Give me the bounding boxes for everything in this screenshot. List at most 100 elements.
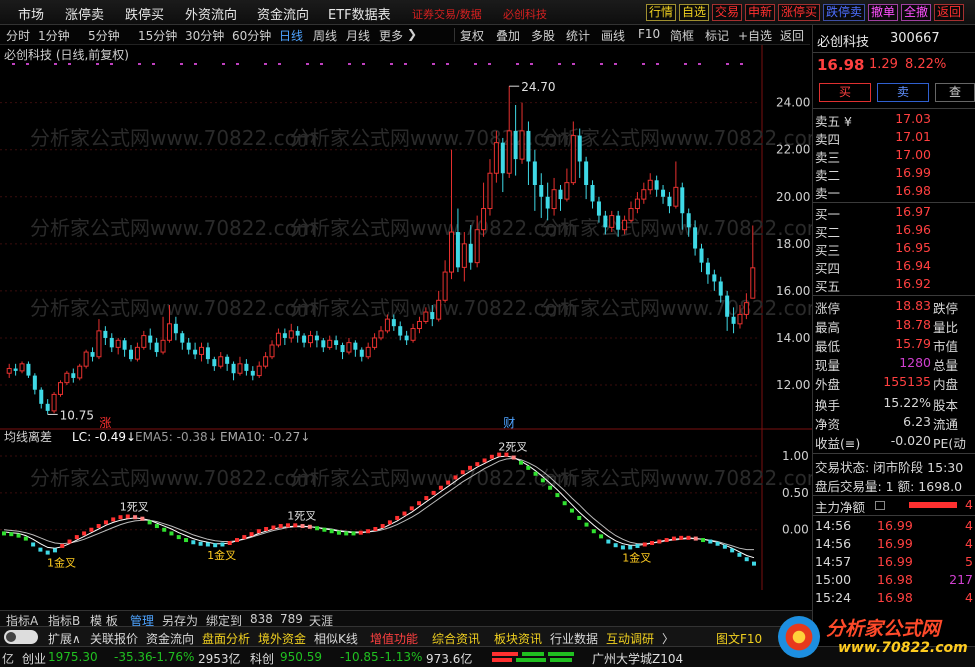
candle-body — [180, 333, 185, 343]
lc-dot — [82, 531, 87, 536]
period-monthly[interactable]: 月线 — [346, 27, 370, 44]
period-1min[interactable]: 1分钟 — [38, 27, 70, 44]
period-30min[interactable]: 30分钟 — [185, 27, 224, 44]
toggle-switch[interactable] — [4, 630, 38, 644]
tool-simple-frame[interactable]: 简框 — [670, 27, 694, 44]
signal-dot — [698, 63, 701, 65]
lc-dot — [650, 541, 655, 545]
cancel-order-button[interactable]: 撤单 — [868, 4, 899, 21]
candle-body — [134, 346, 140, 360]
trade-button[interactable]: 交易 — [712, 4, 743, 21]
menu-limit-down-buy[interactable]: 跌停买 — [125, 4, 164, 23]
chinext-label[interactable]: 创业 — [22, 650, 46, 667]
lc-dot — [60, 543, 65, 548]
stock-change-pct: 8.22% — [905, 57, 947, 72]
lc-dot — [140, 516, 145, 521]
func-related-quote[interactable]: 关联报价 — [90, 630, 138, 647]
lc-dot — [300, 524, 305, 529]
buy-button[interactable]: 买 — [819, 83, 871, 102]
lc-dot — [74, 535, 79, 540]
candle-body — [641, 189, 647, 200]
candle-body — [416, 320, 422, 330]
kline-chart-area[interactable]: 分析家公式网www.70822.com 分析家公式网www.70822.com 分析… — [0, 45, 826, 610]
func-interactive-research[interactable]: 互动调研 — [606, 630, 654, 647]
menu-limit-up-sell[interactable]: 涨停卖 — [65, 4, 104, 23]
period-weekly[interactable]: 周线 — [313, 27, 337, 44]
signal-dot — [446, 63, 449, 65]
period-15min[interactable]: 15分钟 — [138, 27, 177, 44]
func-industry-data[interactable]: 行业数据 — [550, 630, 598, 647]
tool-back[interactable]: 返回 — [780, 27, 804, 44]
tool-overlay[interactable]: 叠加 — [496, 27, 520, 44]
chevron-right-icon[interactable]: 〉 — [662, 630, 674, 647]
tool-f10[interactable]: F10 — [638, 27, 660, 41]
period-daily[interactable]: 日线 — [279, 27, 303, 44]
period-5min[interactable]: 5分钟 — [88, 27, 120, 44]
func-market-analysis[interactable]: 盘面分析 — [202, 630, 250, 647]
candle-body — [570, 135, 576, 184]
period-minute[interactable]: 分时 — [6, 27, 30, 44]
expand-icon[interactable] — [875, 501, 885, 510]
func-foreign-capital[interactable]: 境外资金 — [258, 630, 306, 647]
limit-down-sell-button[interactable]: 跌停卖 — [823, 4, 866, 21]
signal-dot — [404, 63, 407, 65]
func-news[interactable]: 综合资讯 — [432, 630, 480, 647]
quote-button[interactable]: 行情 — [646, 4, 677, 21]
tool-adjust[interactable]: 复权 — [460, 27, 484, 44]
func-similar-kline[interactable]: 相似K线 — [314, 630, 358, 647]
func-sector-news[interactable]: 板块资讯 — [494, 630, 542, 647]
stat-low: 最低 15.79 市值 — [815, 336, 959, 354]
chart-svg[interactable]: 分析家公式网www.70822.com分析家公式网www.70822.com分析… — [0, 45, 826, 610]
period-60min[interactable]: 60分钟 — [232, 27, 271, 44]
candle-body — [551, 189, 557, 210]
chevron-right-icon[interactable]: ❯ — [407, 27, 417, 41]
candle-body — [154, 342, 159, 353]
watermark-text: 分析家公式网www.70822.com — [290, 216, 576, 240]
promo-link[interactable]: 证券交易/数据 — [412, 6, 482, 22]
func-expand[interactable]: 扩展∧ — [48, 630, 81, 647]
limit-up-buy-button[interactable]: 涨停买 — [778, 4, 821, 21]
star-label[interactable]: 科创 — [250, 650, 274, 667]
menu-market[interactable]: 市场 — [18, 4, 44, 23]
tick-row: 14:56 16.99 4 — [815, 536, 973, 551]
stat-current-vol: 现量 1280 总量 — [815, 355, 959, 373]
tool-multi[interactable]: 多股 — [531, 27, 555, 44]
f10-text-button[interactable]: 图文F10 — [716, 630, 762, 647]
price-tick-label: 12.00 — [776, 378, 810, 392]
candle-body — [288, 330, 294, 339]
lc-dot — [686, 535, 691, 540]
menu-capital-flow[interactable]: 资金流向 — [257, 4, 309, 23]
tool-stats[interactable]: 统计 — [566, 27, 590, 44]
watchlist-button[interactable]: 自选 — [679, 4, 710, 21]
candle-body — [19, 363, 25, 372]
lc-dot — [577, 515, 582, 520]
ask-4: 卖四 17.01 — [815, 129, 931, 147]
tab-838[interactable]: 838 — [250, 612, 273, 626]
tool-draw[interactable]: 画线 — [601, 27, 625, 44]
func-capital-flow[interactable]: 资金流向 — [146, 630, 194, 647]
menu-etf-table[interactable]: ETF数据表 — [328, 4, 391, 23]
chinext-value: 1975.30 — [48, 650, 98, 664]
func-value-added[interactable]: 增值功能 — [370, 630, 418, 647]
location-text: 广州大学城Z104 — [592, 652, 684, 666]
period-more[interactable]: 更多 — [379, 27, 403, 44]
menu-foreign-flow[interactable]: 外资流向 — [185, 4, 237, 23]
candle-body — [455, 232, 460, 268]
sell-button[interactable]: 卖 — [877, 83, 929, 102]
cancel-all-button[interactable]: 全撤 — [901, 4, 932, 21]
tool-mark[interactable]: 标记 — [705, 27, 729, 44]
lc-dot — [409, 506, 414, 511]
lc-dot — [2, 531, 6, 536]
tab-789[interactable]: 789 — [280, 612, 303, 626]
promo-stock[interactable]: 必创科技 — [503, 6, 547, 22]
tool-add-watchlist[interactable]: +自选 — [738, 27, 772, 44]
query-button[interactable]: 查 — [935, 83, 975, 102]
signal-dot — [614, 63, 617, 65]
back-button[interactable]: 返回 — [934, 4, 965, 21]
top-menu-bar: 市场 涨停卖 跌停买 外资流向 资金流向 ETF数据表 证券交易/数据 必创科技… — [0, 0, 975, 25]
candle-body — [539, 185, 544, 197]
candle-body — [436, 299, 442, 320]
lc-dot — [249, 532, 254, 537]
lc-dot — [671, 536, 676, 541]
ipo-button[interactable]: 申新 — [745, 4, 776, 21]
